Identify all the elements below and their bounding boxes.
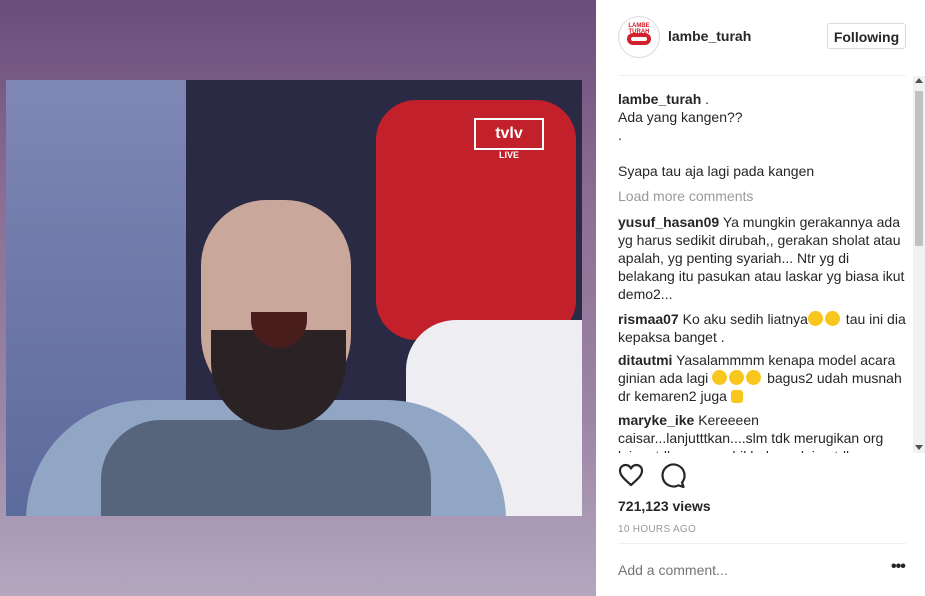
astonished-face-icon <box>712 370 728 385</box>
post-header: LAMBE TURAH lambe_turah Following <box>618 16 906 60</box>
crying-face-icon <box>824 311 840 326</box>
caption-suffix: . <box>705 91 710 107</box>
comment: maryke_ike Kereeeen caisar...lanjutttkan… <box>618 411 908 453</box>
view-count[interactable]: 721,123 views <box>618 498 711 514</box>
lips-icon-teeth <box>631 37 647 41</box>
video-player[interactable]: tvlv LIVE <box>6 80 582 516</box>
crying-face-icon <box>807 311 823 326</box>
following-button[interactable]: Following <box>827 23 906 49</box>
caption-line: Syapa tau aja lagi pada kangen <box>618 163 815 179</box>
post-side-panel: LAMBE TURAH lambe_turah Following lambe_… <box>596 0 925 596</box>
load-more-comments-link[interactable]: Load more comments <box>618 187 753 205</box>
astonished-face-icon <box>746 370 762 385</box>
comment-text: Ko aku sedih liatnya <box>682 311 808 327</box>
add-comment-input[interactable] <box>618 562 858 578</box>
caption-username[interactable]: lambe_turah <box>618 91 701 107</box>
scrollbar-thumb[interactable] <box>915 91 923 246</box>
video-person-vest <box>101 420 431 516</box>
more-options-button[interactable]: ••• <box>891 559 907 578</box>
comments-scrollbar[interactable] <box>913 76 925 453</box>
header-username[interactable]: lambe_turah <box>668 28 751 44</box>
scroll-up-arrow-icon[interactable] <box>915 78 923 83</box>
comment-username[interactable]: ditautmi <box>618 352 672 368</box>
scroll-down-arrow-icon[interactable] <box>915 445 923 450</box>
divider <box>618 543 906 544</box>
avatar[interactable]: LAMBE TURAH <box>618 16 660 58</box>
comment-icon[interactable] <box>660 463 686 489</box>
post-timestamp[interactable]: 10 HOURS AGO <box>618 524 696 535</box>
comments-list[interactable]: lambe_turah . Ada yang kangen?? . Syapa … <box>618 76 908 453</box>
caption-line: Ada yang kangen?? <box>618 109 743 125</box>
post-media: tvlv LIVE <box>0 0 596 596</box>
post-actions <box>618 463 906 493</box>
caption-line: . <box>618 127 622 143</box>
comment: rismaa07 Ko aku sedih liatnya tau ini di… <box>618 310 908 346</box>
comment-username[interactable]: maryke_ike <box>618 412 694 428</box>
comment: ditautmi Yasalammmm kenapa model acara g… <box>618 351 908 405</box>
heart-icon[interactable] <box>618 463 644 487</box>
astonished-face-icon <box>729 370 745 385</box>
comment: yusuf_hasan09 Ya mungkin gerakannya ada … <box>618 213 908 303</box>
thumbs-down-icon <box>730 390 743 403</box>
caption: lambe_turah . Ada yang kangen?? . Syapa … <box>618 90 908 180</box>
tv-live-label: LIVE <box>498 150 519 160</box>
comment-username[interactable]: yusuf_hasan09 <box>618 214 719 230</box>
tv-channel-logo: tvlv <box>474 118 544 150</box>
comment-username[interactable]: rismaa07 <box>618 311 679 327</box>
